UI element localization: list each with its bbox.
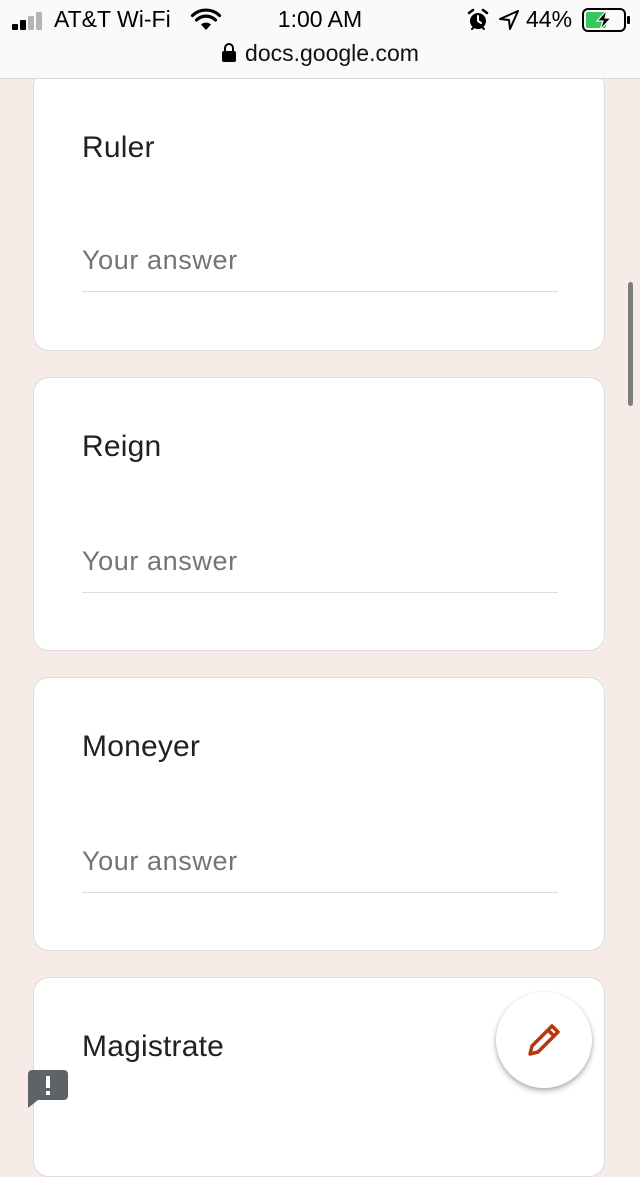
answer-input-moneyer[interactable] [82,836,558,893]
question-label: Reign [82,430,162,463]
feedback-icon[interactable] [28,1068,68,1108]
question-label: Magistrate [82,1030,225,1063]
question-card-moneyer: Moneyer [33,677,605,951]
pencil-icon [528,1024,560,1056]
battery-percentage: 44% [526,6,573,32]
location-icon [499,10,519,30]
alarm-icon [467,8,489,30]
answer-input-reign[interactable] [82,536,558,593]
browser-top-bar: AT&T Wi-Fi 1:00 AM 44% docs.google.com [0,0,640,79]
question-label: Moneyer [82,730,201,763]
address-bar[interactable]: docs.google.com [0,40,640,70]
answer-input-ruler[interactable] [82,235,558,292]
status-bar: AT&T Wi-Fi 1:00 AM 44% [0,0,640,40]
edit-response-button[interactable] [496,992,592,1088]
page-scrollbar[interactable] [628,282,633,406]
lock-icon [222,42,237,62]
question-card-ruler: Ruler [33,70,605,351]
question-label: Ruler [82,131,155,164]
question-card-reign: Reign [33,377,605,651]
url-text: docs.google.com [245,40,419,66]
battery-charging-icon [582,8,630,32]
